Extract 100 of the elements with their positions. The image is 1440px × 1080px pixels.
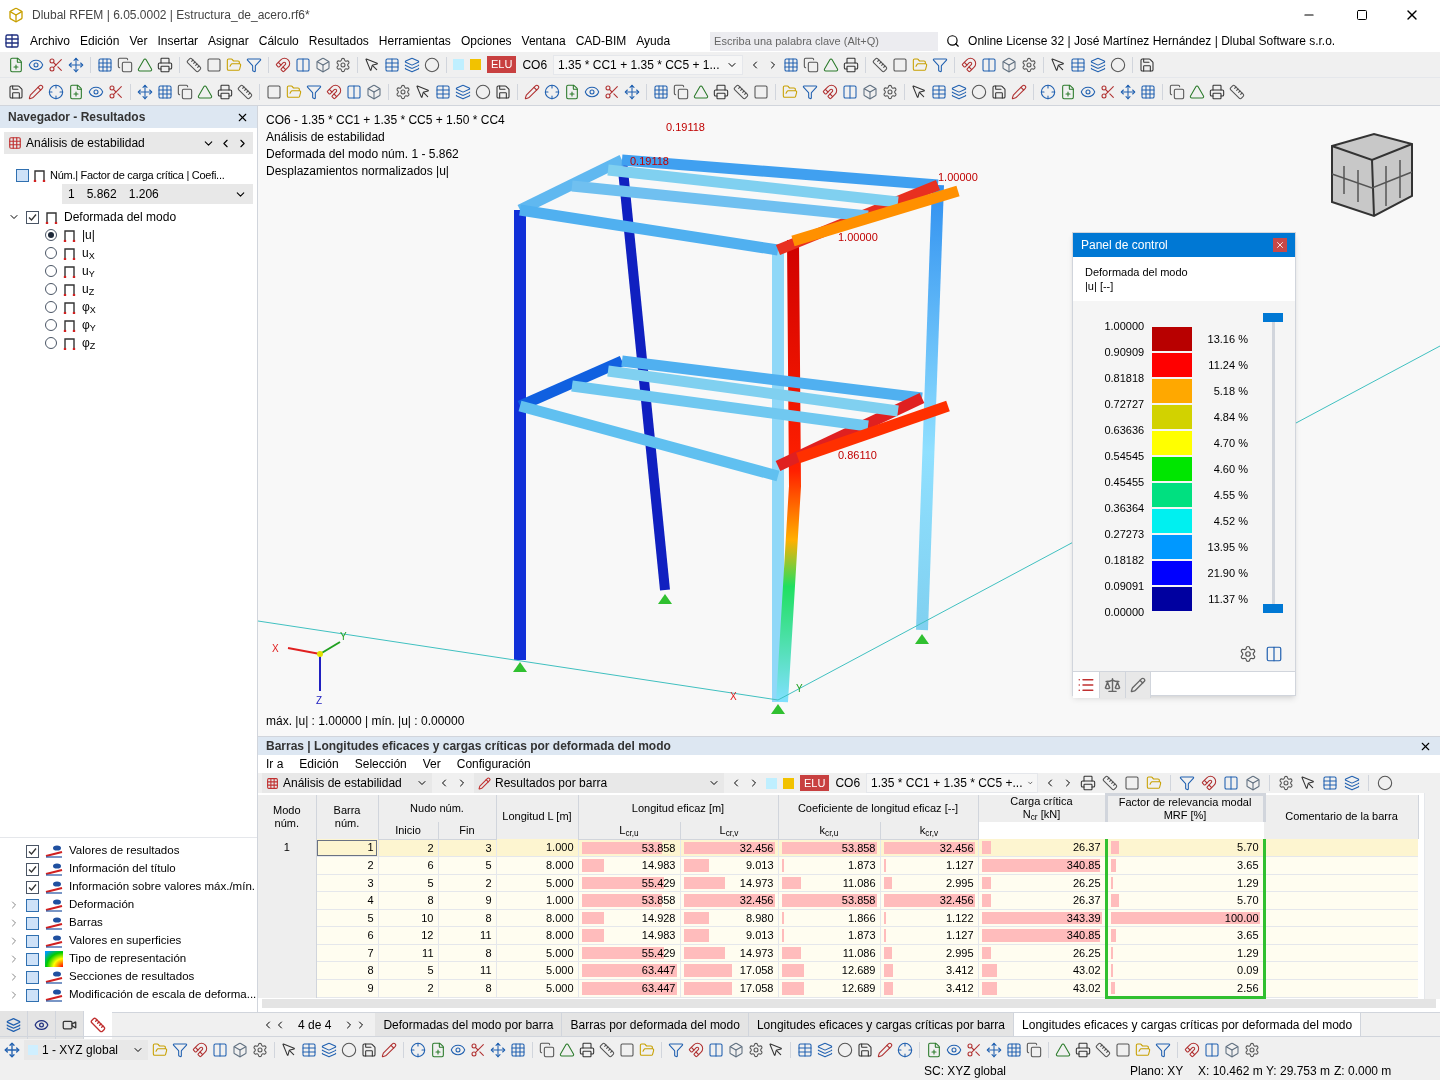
sheet-tab[interactable]: Barras por deformada del modo (562, 1013, 749, 1036)
move-icon[interactable] (986, 1041, 1002, 1058)
combination-dropdown[interactable]: 1.35 * CC1 + 1.35 * CC5 +... (866, 773, 1039, 793)
settings-icon[interactable] (882, 83, 898, 100)
magnet-icon[interactable] (688, 1041, 704, 1058)
ruler-icon[interactable] (1095, 1041, 1111, 1058)
cube-icon[interactable] (1224, 1041, 1240, 1058)
cube-icon[interactable] (366, 83, 382, 100)
crosshair-icon[interactable] (1040, 83, 1056, 100)
radio-button[interactable] (45, 247, 57, 259)
menu-item[interactable]: Ver (422, 755, 441, 773)
settings-icon[interactable] (252, 1041, 268, 1058)
scissors-icon[interactable] (470, 1041, 486, 1058)
copy-icon[interactable] (673, 83, 689, 100)
cube-icon[interactable] (1245, 775, 1262, 791)
file-plus-icon[interactable] (564, 83, 580, 100)
menu-item[interactable]: Ventana (521, 32, 566, 50)
columns-icon[interactable] (1204, 1041, 1220, 1058)
save-icon[interactable] (857, 1041, 873, 1058)
search-field[interactable]: Escriba una palabra clave (Alt+Q) (710, 31, 939, 51)
menu-item[interactable]: Herramientas (378, 32, 451, 50)
crosshair-icon[interactable] (897, 1041, 913, 1058)
magnet-icon[interactable] (822, 83, 838, 100)
menu-item[interactable]: Edición (299, 755, 339, 773)
radio-button[interactable] (45, 301, 57, 313)
grid-icon[interactable] (510, 1041, 526, 1058)
checkbox[interactable] (26, 898, 39, 912)
printer-icon[interactable] (1075, 1041, 1091, 1058)
checkbox[interactable] (26, 844, 39, 858)
funnel-icon[interactable] (246, 56, 262, 73)
app-menu-icon[interactable] (4, 33, 20, 49)
funnel-icon[interactable] (1155, 1041, 1171, 1058)
settings-icon[interactable] (335, 56, 351, 73)
ruler-icon[interactable] (186, 56, 202, 73)
columns-icon[interactable] (295, 56, 311, 73)
printer-icon[interactable] (843, 56, 860, 73)
table-icon[interactable] (931, 83, 947, 100)
menu-item[interactable]: Cálculo (258, 32, 299, 50)
magnet-icon[interactable] (275, 56, 291, 73)
scissors-icon[interactable] (108, 83, 124, 100)
scissors-icon[interactable] (604, 83, 620, 100)
save-icon[interactable] (361, 1041, 377, 1058)
crosshair-icon[interactable] (544, 83, 560, 100)
triangle-icon[interactable] (823, 56, 840, 73)
columns-icon[interactable] (981, 56, 998, 73)
legend-scrollbar[interactable] (1263, 313, 1283, 613)
move-icon[interactable] (490, 1041, 506, 1058)
funnel-icon[interactable] (932, 56, 949, 73)
coordinate-system-dropdown[interactable]: 1 - XYZ global (24, 1039, 148, 1060)
layers-icon[interactable] (404, 56, 420, 73)
printer-icon[interactable] (713, 83, 729, 100)
layers-icon[interactable] (951, 83, 967, 100)
file-plus-icon[interactable] (1060, 83, 1076, 100)
copy-icon[interactable] (1026, 1041, 1042, 1058)
pointer-icon[interactable] (768, 1041, 784, 1058)
funnel-icon[interactable] (668, 1041, 684, 1058)
triangle-icon[interactable] (1055, 1041, 1071, 1058)
circle-icon[interactable] (341, 1041, 357, 1058)
file-plus-icon[interactable] (926, 1041, 942, 1058)
menu-item[interactable]: Archivo (30, 32, 70, 50)
checkbox[interactable] (26, 916, 39, 930)
sheet-tab[interactable]: Deformadas del modo por barra (375, 1013, 563, 1036)
checkbox[interactable] (26, 970, 39, 984)
menu-item[interactable]: CAD-BIM (575, 32, 627, 50)
sheet-tab[interactable]: Longitudes eficaces y cargas críticas por deformada del modo (1014, 1013, 1362, 1036)
pointer-icon[interactable] (415, 83, 431, 100)
file-plus-icon[interactable] (68, 83, 84, 100)
menu-item[interactable]: Resultados (308, 32, 369, 50)
settings-icon[interactable] (1021, 56, 1038, 73)
grid-icon[interactable] (783, 56, 800, 73)
pencil-icon[interactable] (1011, 83, 1027, 100)
funnel-icon[interactable] (172, 1041, 188, 1058)
table-row[interactable]: 1 1 2 3 1.000 53.858 32.456 53.858 32.456 26.37 5.70 (258, 839, 1418, 857)
pencil-icon[interactable] (381, 1041, 397, 1058)
save-icon[interactable] (8, 83, 24, 100)
printer-icon[interactable] (579, 1041, 595, 1058)
checkbox[interactable] (26, 862, 39, 876)
triangle-icon[interactable] (137, 56, 153, 73)
copy-icon[interactable] (539, 1041, 555, 1058)
combination-dropdown[interactable]: 1.35 * CC1 + 1.35 * CC5 + 1... (553, 54, 744, 75)
ruler-icon[interactable] (872, 56, 889, 73)
cube-icon[interactable] (232, 1041, 248, 1058)
columns-icon[interactable] (1265, 645, 1283, 663)
cube-icon[interactable] (862, 83, 878, 100)
layers-icon[interactable] (817, 1041, 833, 1058)
circle-icon[interactable] (1377, 775, 1394, 791)
grid-icon[interactable] (157, 83, 173, 100)
table-icon[interactable] (797, 1041, 813, 1058)
pencil-icon[interactable] (877, 1041, 893, 1058)
circle-icon[interactable] (837, 1041, 853, 1058)
checkbox[interactable] (26, 952, 39, 966)
copy-icon[interactable] (117, 56, 133, 73)
circle-icon[interactable] (424, 56, 440, 73)
radio-button[interactable] (45, 283, 57, 295)
settings-icon[interactable] (1239, 645, 1257, 663)
table-row[interactable]: 9 2 8 5.000 63.447 17.058 12.689 3.412 43.02 2.56 (258, 979, 1418, 998)
radio-button[interactable] (45, 229, 57, 241)
menu-item[interactable]: Ayuda (636, 32, 671, 50)
grid-icon[interactable] (97, 56, 113, 73)
magnet-icon[interactable] (1201, 775, 1218, 791)
